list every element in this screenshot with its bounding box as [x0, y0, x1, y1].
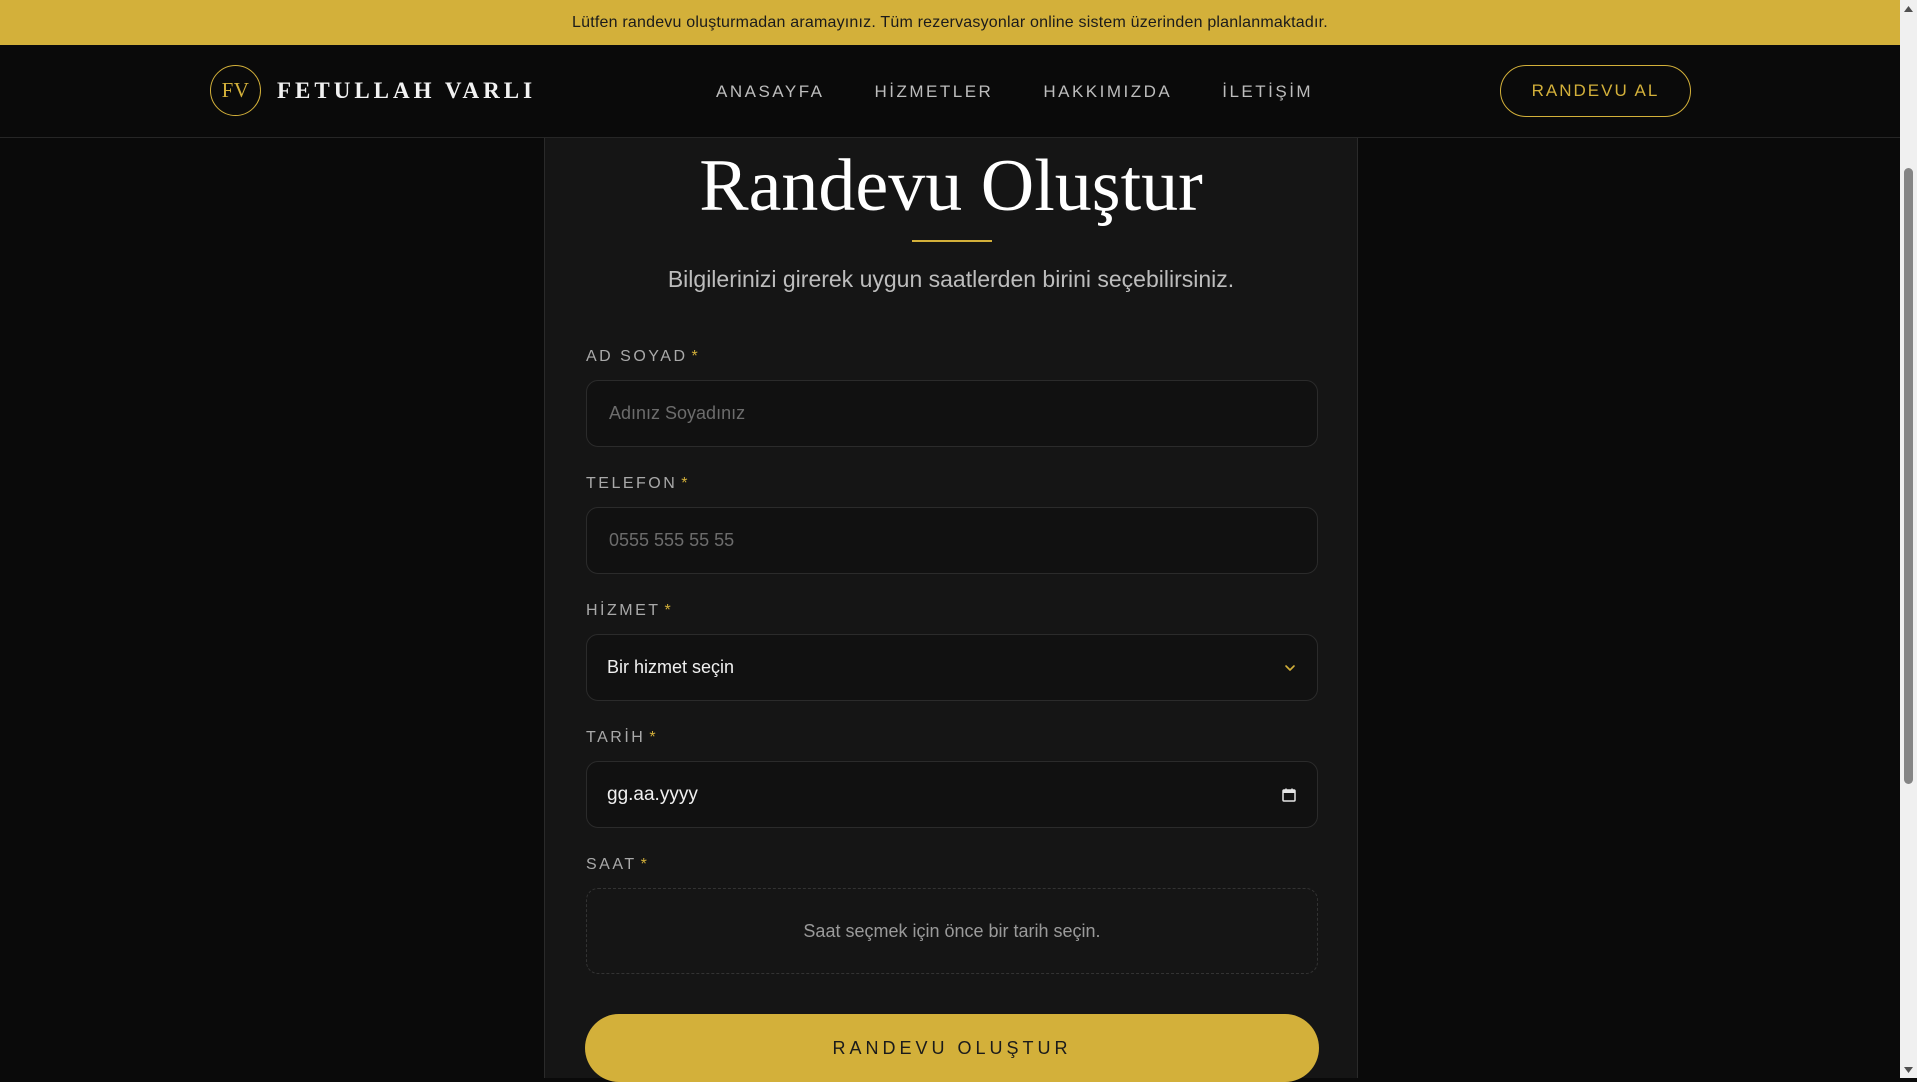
announcement-text: Lütfen randevu oluşturmadan aramayınız. …	[572, 13, 1328, 31]
logo[interactable]: FV FETULLAH VARLI	[210, 65, 536, 116]
page-title: Randevu Oluştur	[699, 145, 1203, 227]
main-nav: ANASAYFA HİZMETLER HAKKIMIZDA İLETİŞİM	[716, 45, 1313, 138]
nav-item-contact[interactable]: İLETİŞİM	[1222, 82, 1313, 102]
time-slots-area: Saat seçmek için önce bir tarih seçin.	[586, 888, 1318, 974]
phone-input[interactable]	[607, 529, 1297, 552]
name-field[interactable]	[586, 380, 1318, 447]
date-label: TARİH *	[586, 729, 658, 747]
name-label: AD SOYAD *	[586, 348, 700, 366]
scroll-thumb[interactable]	[1904, 168, 1913, 784]
calendar-icon[interactable]	[1281, 787, 1297, 803]
submit-appointment-button[interactable]: RANDEVU OLUŞTUR	[585, 1014, 1319, 1082]
name-input[interactable]	[607, 402, 1297, 425]
service-select[interactable]: Bir hizmet seçin	[586, 634, 1318, 701]
required-mark: *	[649, 729, 659, 746]
time-label: SAAT *	[586, 856, 649, 874]
announcement-bar: Lütfen randevu oluşturmadan aramayınız. …	[0, 0, 1900, 45]
appointment-card: Randevu Oluştur Bilgilerinizi girerek uy…	[544, 138, 1358, 1082]
phone-label-text: TELEFON	[586, 475, 678, 492]
site-header: FV FETULLAH VARLI ANASAYFA HİZMETLER HAK…	[0, 45, 1900, 138]
chevron-down-icon	[1283, 661, 1297, 675]
time-label-text: SAAT	[586, 856, 637, 873]
page-scrollbar[interactable]	[1900, 0, 1917, 1078]
required-mark: *	[681, 475, 691, 492]
phone-label: TELEFON *	[586, 475, 690, 493]
book-appointment-button[interactable]: RANDEVU AL	[1500, 65, 1691, 117]
page-subtitle: Bilgilerinizi girerek uygun saatlerden b…	[667, 266, 1235, 292]
logo-text: FETULLAH VARLI	[277, 77, 537, 103]
service-selected-value: Bir hizmet seçin	[607, 657, 735, 677]
nav-item-home[interactable]: ANASAYFA	[716, 82, 825, 102]
title-divider	[912, 240, 992, 242]
service-label: HİZMET *	[586, 602, 673, 620]
required-mark: *	[664, 602, 674, 619]
arrow-up-icon[interactable]	[1900, 0, 1917, 17]
required-mark: *	[691, 348, 701, 365]
date-label-text: TARİH	[586, 729, 646, 746]
date-value: gg.aa.yyyy	[607, 783, 698, 805]
nav-item-services[interactable]: HİZMETLER	[875, 82, 994, 102]
time-empty-message: Saat seçmek için önce bir tarih seçin.	[803, 920, 1101, 941]
arrow-down-icon[interactable]	[1900, 1061, 1917, 1078]
phone-field[interactable]	[586, 507, 1318, 574]
nav-item-about[interactable]: HAKKIMIZDA	[1043, 82, 1172, 102]
required-mark: *	[640, 856, 650, 873]
service-label-text: HİZMET	[586, 602, 661, 619]
logo-mark: FV	[210, 65, 261, 116]
date-field[interactable]: gg.aa.yyyy	[586, 761, 1318, 828]
name-label-text: AD SOYAD	[586, 348, 688, 365]
